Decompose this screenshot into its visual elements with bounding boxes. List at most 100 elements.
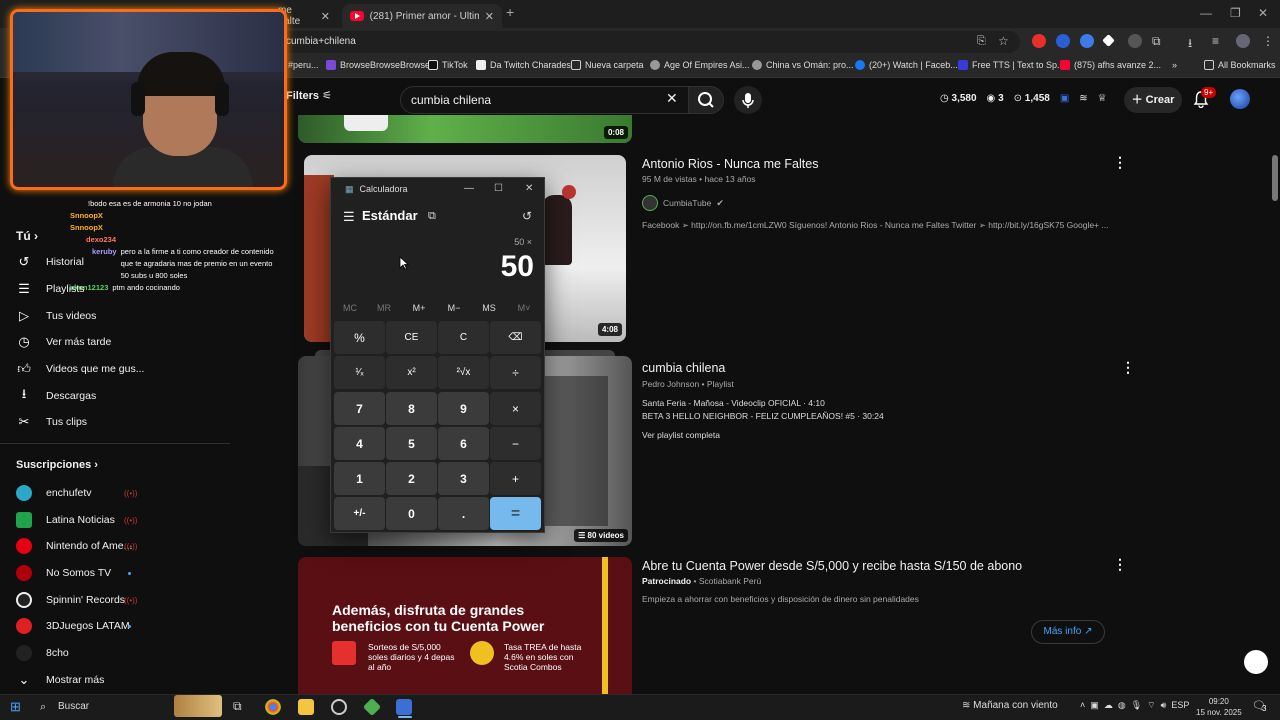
hamburger-menu-icon[interactable]: ☰	[343, 209, 355, 225]
bookmarks-overflow-icon[interactable]: »	[1172, 60, 1177, 70]
subscription-item[interactable]: Nintendo of Ame...	[16, 538, 132, 554]
weather-widget[interactable]: ≋ Mañana con viento	[962, 700, 1058, 711]
ad-thumbnail[interactable]: Además, disfruta de grandes beneficios c…	[298, 557, 632, 694]
bookmark-item[interactable]: (20+) Watch | Faceb...	[855, 60, 958, 70]
square-key[interactable]: x²	[386, 356, 437, 389]
windows-start-icon[interactable]: ⊞	[10, 699, 21, 715]
extension-icon[interactable]: ▣	[1060, 93, 1069, 104]
system-tray[interactable]: ˄ ▣ ☁ ◍ 🎙︎ ⌔ 🔊︎ ESP	[1080, 700, 1189, 711]
extension-icon[interactable]	[1032, 34, 1046, 48]
create-button[interactable]: ＋ Crear	[1124, 87, 1182, 113]
memory-subtract-button[interactable]: M−	[437, 303, 471, 313]
calculator-taskbar-icon[interactable]	[396, 699, 412, 715]
digit-5-key[interactable]: 5	[386, 427, 437, 460]
memory-add-button[interactable]: M+	[402, 303, 436, 313]
subscriptions-heading[interactable]: Suscripciones ›	[16, 459, 98, 471]
keep-on-top-icon[interactable]: ⧉	[428, 210, 436, 223]
square-root-key[interactable]: ²√x	[438, 356, 489, 389]
ad-title[interactable]: Abre tu Cuenta Power desde S/5,000 y rec…	[642, 559, 1022, 573]
more-actions-icon[interactable]: ⋮	[1113, 556, 1127, 573]
memory-recall-button[interactable]: MR	[367, 303, 401, 313]
close-window-icon[interactable]: ✕	[1258, 6, 1268, 20]
all-bookmarks-button[interactable]: All Bookmarks	[1204, 60, 1276, 70]
more-actions-icon[interactable]: ⋮	[1113, 154, 1127, 171]
playlist-video-line[interactable]: BETA 3 HELLO NEIGHBOR - FELIZ CUMPLEAÑOS…	[642, 411, 884, 421]
more-info-button[interactable]: Más info ↗	[1031, 620, 1105, 644]
sidebar-item-your-videos[interactable]: ▷ Tus videos	[16, 308, 96, 324]
digit-7-key[interactable]: 7	[334, 392, 385, 425]
chrome-taskbar-icon[interactable]	[265, 699, 281, 715]
more-actions-icon[interactable]: ⋮	[1121, 359, 1135, 376]
clear-entry-key[interactable]: CE	[386, 321, 437, 354]
address-bar[interactable]: cumbia+chilena	[270, 31, 1020, 53]
minimize-window-icon[interactable]: —	[1200, 6, 1212, 20]
subscription-item[interactable]: No Somos TV	[16, 565, 111, 581]
file-explorer-icon[interactable]	[298, 699, 314, 715]
bookmark-star-icon[interactable]: ☆	[998, 34, 1012, 48]
memory-clear-button[interactable]: MC	[333, 303, 367, 313]
digit-2-key[interactable]: 2	[386, 462, 437, 495]
backspace-key[interactable]: ⌫	[490, 321, 541, 354]
extension-icon[interactable]	[1080, 34, 1094, 48]
tab-close-icon[interactable]: ✕	[485, 10, 494, 23]
tab-close-icon[interactable]: ✕	[321, 10, 330, 23]
bookmark-item[interactable]: (875) afhs avanze 2...	[1060, 60, 1161, 70]
extensions-puzzle-icon[interactable]: ⧉	[1152, 34, 1166, 48]
sidebar-item-playlists[interactable]: ☰ Playlists	[16, 281, 84, 297]
clear-search-icon[interactable]: ✕	[666, 90, 678, 107]
playlist-title[interactable]: cumbia chilena	[642, 361, 725, 375]
digit-4-key[interactable]: 4	[334, 427, 385, 460]
minimize-icon[interactable]: —	[464, 183, 474, 194]
multiply-key[interactable]: ×	[490, 392, 541, 425]
taskbar-search[interactable]: ⌕ Buscar	[34, 695, 224, 717]
obs-icon[interactable]	[331, 699, 347, 715]
extension-icon[interactable]	[1128, 34, 1142, 48]
bookmark-item[interactable]: BrowseBrowseBrowse	[326, 60, 430, 70]
digit-0-key[interactable]: 0	[386, 497, 437, 530]
subscription-item[interactable]: Spinnin' Records	[16, 592, 125, 608]
history-icon[interactable]: ↺	[522, 209, 532, 223]
trophy-icon[interactable]: ♕	[1098, 93, 1107, 104]
taskbar-clock[interactable]: 09:20 15 nov. 2025	[1196, 696, 1242, 718]
bookmark-item[interactable]: China vs Omán: pro...	[752, 60, 854, 70]
extension-icon[interactable]: ≋	[1079, 93, 1087, 104]
maximize-icon[interactable]: ☐	[494, 183, 503, 194]
close-icon[interactable]: ✕	[525, 183, 533, 194]
install-app-icon[interactable]: ⎘	[977, 35, 991, 49]
sidebar-item-history[interactable]: ↺ Historial	[16, 254, 84, 270]
voice-search-button[interactable]	[734, 86, 762, 114]
tray-app-icon[interactable]: ◍	[1118, 700, 1126, 710]
filters-button[interactable]: Filters ⚟	[286, 89, 332, 102]
task-view-icon[interactable]: ⧉	[233, 699, 242, 714]
bookmark-item[interactable]: Age Of Empires Asi...	[650, 60, 750, 70]
sidebar-item-downloads[interactable]: ⭳ Descargas	[16, 386, 96, 404]
show-more-button[interactable]: ⌄ Mostrar más	[16, 672, 105, 688]
cloud-icon[interactable]: ☁	[1104, 700, 1113, 710]
sidebar-item-watch-later[interactable]: ◷ Ver más tarde	[16, 334, 111, 350]
chevron-up-icon[interactable]: ˄	[1080, 700, 1085, 710]
digit-6-key[interactable]: 6	[438, 427, 489, 460]
negate-key[interactable]: +/-	[334, 497, 385, 530]
bookmark-item[interactable]: TikTok	[428, 60, 468, 70]
bookmark-folder[interactable]: Nueva carpeta	[571, 60, 644, 70]
network-icon[interactable]: ⌔	[1147, 700, 1155, 710]
bookmark-item[interactable]: Free TTS | Text to Sp...	[958, 60, 1065, 70]
subscription-item[interactable]: Latina Noticias	[16, 512, 115, 528]
floating-assistant-button[interactable]	[1244, 650, 1268, 674]
view-full-playlist-link[interactable]: Ver playlist completa	[642, 430, 720, 440]
subtract-key[interactable]: −	[490, 427, 541, 460]
digit-8-key[interactable]: 8	[386, 392, 437, 425]
page-scrollbar-thumb[interactable]	[1272, 155, 1278, 201]
search-input[interactable]: cumbia chilena	[400, 86, 690, 114]
tray-app-icon[interactable]: ▣	[1090, 700, 1099, 710]
volume-icon[interactable]: 🔊︎	[1161, 700, 1167, 710]
restore-window-icon[interactable]: ❐	[1230, 6, 1241, 20]
subscription-item[interactable]: enchufetv	[16, 485, 92, 501]
account-avatar[interactable]	[1230, 89, 1250, 109]
extension-icon[interactable]	[1056, 34, 1070, 48]
memory-store-button[interactable]: MS	[472, 303, 506, 313]
digit-1-key[interactable]: 1	[334, 462, 385, 495]
browser-tab-active[interactable]: (281) Primer amor - Ultimo am ✕	[342, 4, 502, 28]
sidebar-item-liked-videos[interactable]: 👍︎ Videos que me gus...	[16, 361, 144, 377]
microphone-icon[interactable]: 🎙︎	[1131, 700, 1142, 710]
